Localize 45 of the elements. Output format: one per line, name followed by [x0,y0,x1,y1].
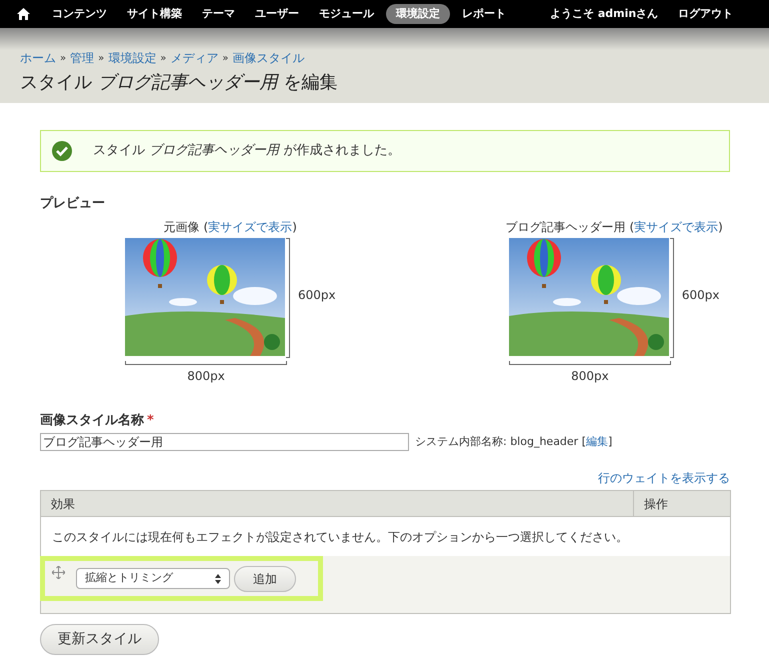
machine-name: システム内部名称: blog_header [編集] [415,434,612,450]
effect-select[interactable]: 拡縮とトリミング [76,568,230,589]
field-label: 画像スタイル名称 [40,412,144,430]
user-link[interactable]: ようこそ adminさん [540,6,668,22]
column-header: 操作 [643,496,669,512]
home-icon[interactable] [17,8,30,20]
actual-size-link[interactable]: 実サイズで表示 [208,220,292,234]
input-field[interactable]: ブログ記事ヘッダー用 [40,433,409,451]
breadcrumb-separator: » [222,52,228,66]
preview-label: プレビュー [40,194,106,213]
column-header: 効果 [41,491,634,516]
breadcrumb-link[interactable]: 環境設定 [108,49,156,67]
breadcrumb-link[interactable]: 画像スタイル [232,49,304,67]
breadcrumb-link[interactable]: メディア [170,49,218,67]
dropdown-caret-icon [215,574,221,584]
add-button[interactable]: 追加 [234,566,296,592]
width-label: 800px [570,368,610,384]
nav-link[interactable]: ユーザー [245,4,309,24]
width-label: 800px [186,368,226,384]
breadcrumb-link[interactable]: ホーム [20,49,56,67]
empty-message: このスタイルには現在何もエフェクトが設定されていません。下のオプションから一つ選択してください。 [52,528,628,546]
nav-link[interactable]: コンテンツ [42,4,117,24]
preview-caption: ブログ記事ヘッダー用 (実サイズで表示) [506,218,723,236]
update-style-button[interactable]: 更新スタイル [40,624,159,655]
page-title: スタイル ブログ記事ヘッダー用 を編集 [20,71,338,95]
height-label: 600px [298,286,336,304]
nav-link[interactable]: テーマ [192,4,245,24]
check-circle-icon [52,141,72,161]
show-row-weights-link[interactable]: 行のウェイトを表示する [598,469,730,487]
breadcrumb-separator: » [98,52,104,66]
edit-link[interactable]: 編集 [586,434,608,448]
required-mark: * [147,412,154,430]
breadcrumb-separator: » [160,52,166,66]
preview-caption: 元画像 (実サイズで表示) [164,218,297,236]
actual-size-link[interactable]: 実サイズで表示 [634,220,718,234]
user-link[interactable]: ログアウト [668,6,744,22]
nav-link[interactable]: サイト構築 [117,4,192,24]
breadcrumb-separator: » [60,52,66,66]
nav-link[interactable]: レポート [452,4,516,24]
drag-handle-icon[interactable] [52,566,65,579]
height-label: 600px [682,286,720,304]
breadcrumb-link[interactable]: 管理 [70,49,94,67]
nav-link[interactable]: 環境設定 [386,4,450,24]
nav-link[interactable]: モジュール [309,4,384,24]
message-text: スタイル ブログ記事ヘッダー用 が作成されました。 [93,142,400,160]
